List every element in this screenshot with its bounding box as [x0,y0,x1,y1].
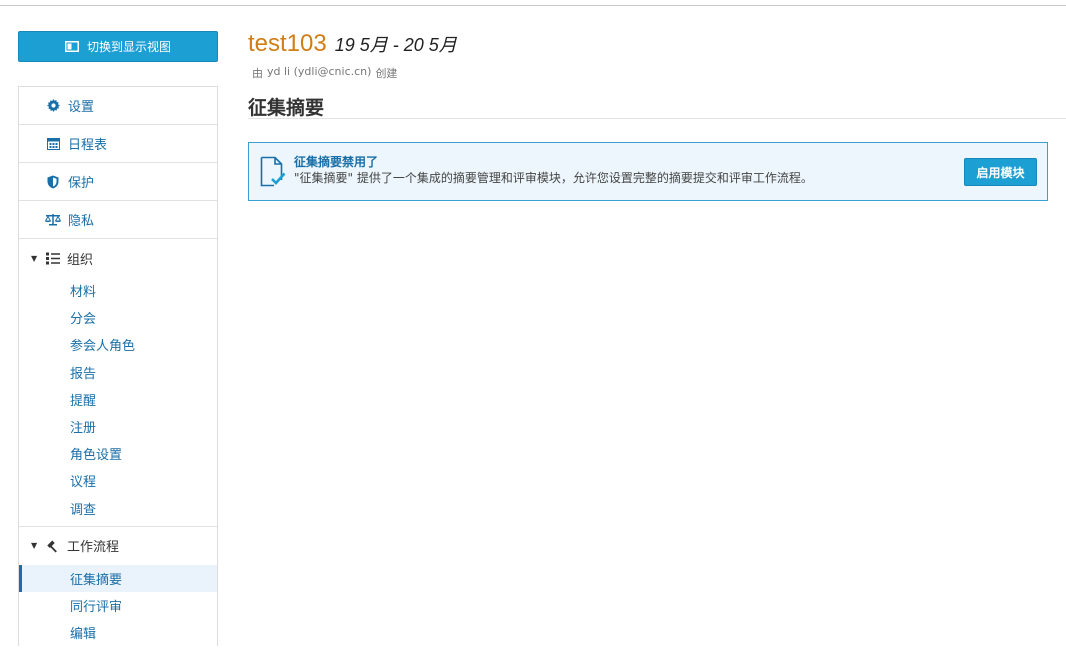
gear-icon [45,99,61,112]
calendar-icon [45,137,61,150]
switch-view-label: 切换到显示视图 [86,40,171,54]
gavel-icon [45,539,61,553]
sidebar-item-reminders[interactable]: 提醒 [19,386,217,413]
sidebar-group-label: 工作流程 [67,540,120,556]
event-title: test103 19 5月 - 20 5月 [248,30,457,58]
sidebar-item-sessions[interactable]: 分会 [19,304,217,331]
sidebar-sublist-workflow: 征集摘要 同行评审 编辑 [19,564,217,650]
created-by-line: 由 yd li (ydli@cnic.cn) 创建 [252,65,397,81]
sidebar-item-label: 隐私 [68,214,95,229]
creator-name: yd li (ydli@cnic.cn) [267,65,372,78]
sidebar-group-workflow-header[interactable]: ▼ 工作流程 [19,527,217,565]
top-divider [0,5,1066,6]
shield-icon [45,175,61,189]
sidebar-menu: 设置 日程表 保护 隐私 ▼ 组织 材料 分会 参会人角色 报告 提醒 注册 角… [18,86,218,646]
notice-title: 征集摘要禁用了 [294,155,379,169]
enable-module-button[interactable]: 启用模块 [964,158,1037,186]
sidebar-item-role-settings[interactable]: 角色设置 [19,440,217,467]
sidebar-item-materials[interactable]: 材料 [19,277,217,304]
page-title: 征集摘要 [248,97,325,119]
display-view-icon [64,41,79,52]
created-suffix: 创建 [375,67,398,80]
sidebar-group-organization-header[interactable]: ▼ 组织 [19,239,217,277]
sidebar-item-registration[interactable]: 注册 [19,413,217,440]
sidebar-sublist-organization: 材料 分会 参会人角色 报告 提醒 注册 角色设置 议程 调查 [19,277,217,526]
list-icon [45,252,61,265]
sidebar-item-reports[interactable]: 报告 [19,359,217,386]
switch-to-display-view-button[interactable]: 切换到显示视图 [18,31,218,62]
sidebar-item-call-for-abstracts[interactable]: 征集摘要 [19,564,217,592]
sidebar-group-organization: ▼ 组织 材料 分会 参会人角色 报告 提醒 注册 角色设置 议程 调查 [19,239,217,527]
sidebar-item-participant-roles[interactable]: 参会人角色 [19,331,217,358]
sidebar-item-privacy[interactable]: 隐私 [19,201,217,239]
title-divider [248,118,1066,119]
sidebar-item-peer-review[interactable]: 同行评审 [19,592,217,619]
sidebar-item-agenda[interactable]: 议程 [19,467,217,494]
caret-down-icon: ▼ [31,541,38,551]
event-dates: 19 5月 - 20 5月 [334,35,457,55]
sidebar-item-label: 日程表 [68,138,108,153]
sidebar-group-workflow: ▼ 工作流程 征集摘要 同行评审 编辑 [19,527,217,650]
sidebar-group-label: 组织 [67,252,94,268]
sidebar-item-settings[interactable]: 设置 [19,87,217,125]
sidebar-item-label: 保护 [68,176,95,191]
caret-down-icon: ▼ [31,253,38,263]
sidebar-item-protection[interactable]: 保护 [19,163,217,201]
scale-icon [45,213,61,226]
sidebar-item-timetable[interactable]: 日程表 [19,125,217,163]
sidebar-item-surveys[interactable]: 调查 [19,495,217,522]
module-disabled-notice: 征集摘要禁用了 "征集摘要" 提供了一个集成的摘要管理和评审模块，允许您设置完整… [248,142,1048,201]
sidebar-item-label: 设置 [68,100,95,115]
notice-description: "征集摘要" 提供了一个集成的摘要管理和评审模块，允许您设置完整的摘要提交和评审… [294,171,813,185]
created-prefix: 由 [252,67,263,80]
document-check-icon [260,156,286,191]
event-name: test103 [248,30,327,57]
sidebar-item-editing[interactable]: 编辑 [19,619,217,646]
